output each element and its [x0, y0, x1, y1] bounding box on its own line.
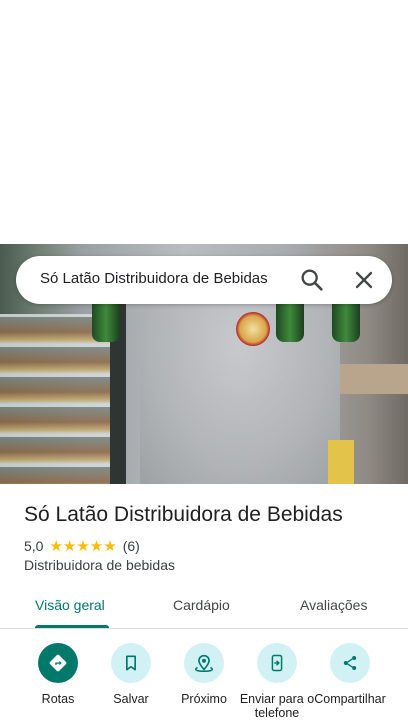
share-icon-circle [330, 643, 370, 683]
nearby-label: Próximo [181, 692, 227, 706]
place-category[interactable]: Distribuidora de bebidas [24, 557, 175, 573]
search-icon [301, 269, 323, 291]
close-icon [355, 271, 373, 289]
directions-icon [49, 654, 67, 672]
send-to-phone-icon-circle [257, 643, 297, 683]
active-tab-indicator [35, 625, 109, 628]
share-button[interactable]: Compartilhar [310, 643, 390, 706]
nearby-icon-circle [184, 643, 224, 683]
search-button[interactable] [298, 266, 326, 294]
send-to-phone-button[interactable]: Enviar para o telefone [237, 643, 317, 720]
person-shirt [140, 284, 340, 484]
save-label: Salvar [113, 692, 149, 706]
save-button[interactable]: Salvar [91, 643, 171, 706]
crate [328, 440, 354, 484]
tab-bar: Visão geral Cardápio Avaliações [0, 584, 408, 629]
share-icon [343, 656, 357, 670]
rating-value: 5,0 [24, 538, 44, 554]
rating-row[interactable]: 5,0 ★★★★★ (6) [24, 537, 140, 555]
save-icon-circle [111, 643, 151, 683]
directions-icon-circle [38, 643, 78, 683]
send-to-phone-icon [271, 654, 283, 672]
tab-reviews[interactable]: Avaliações [300, 597, 367, 613]
review-count[interactable]: (6) [123, 538, 140, 554]
shirt-logo [236, 312, 270, 346]
tab-overview[interactable]: Visão geral [35, 597, 105, 613]
share-label: Compartilhar [314, 692, 386, 706]
search-input[interactable]: Só Latão Distribuidora de Bebidas [40, 270, 280, 287]
directions-label: Rotas [41, 692, 75, 706]
star-rating-icon: ★★★★★ [49, 538, 117, 555]
background-shelf [340, 364, 408, 394]
place-title: Só Latão Distribuidora de Bebidas [24, 503, 343, 526]
bookmark-icon [126, 655, 136, 671]
nearby-button[interactable]: Próximo [164, 643, 244, 706]
nearby-icon [195, 654, 213, 672]
blank-area [0, 0, 408, 244]
send-to-phone-label: Enviar para o telefone [239, 692, 315, 720]
close-button[interactable] [350, 266, 378, 294]
search-bar[interactable]: Só Latão Distribuidora de Bebidas [16, 256, 392, 304]
directions-button[interactable]: Rotas [18, 643, 98, 706]
tab-menu[interactable]: Cardápio [173, 597, 230, 613]
